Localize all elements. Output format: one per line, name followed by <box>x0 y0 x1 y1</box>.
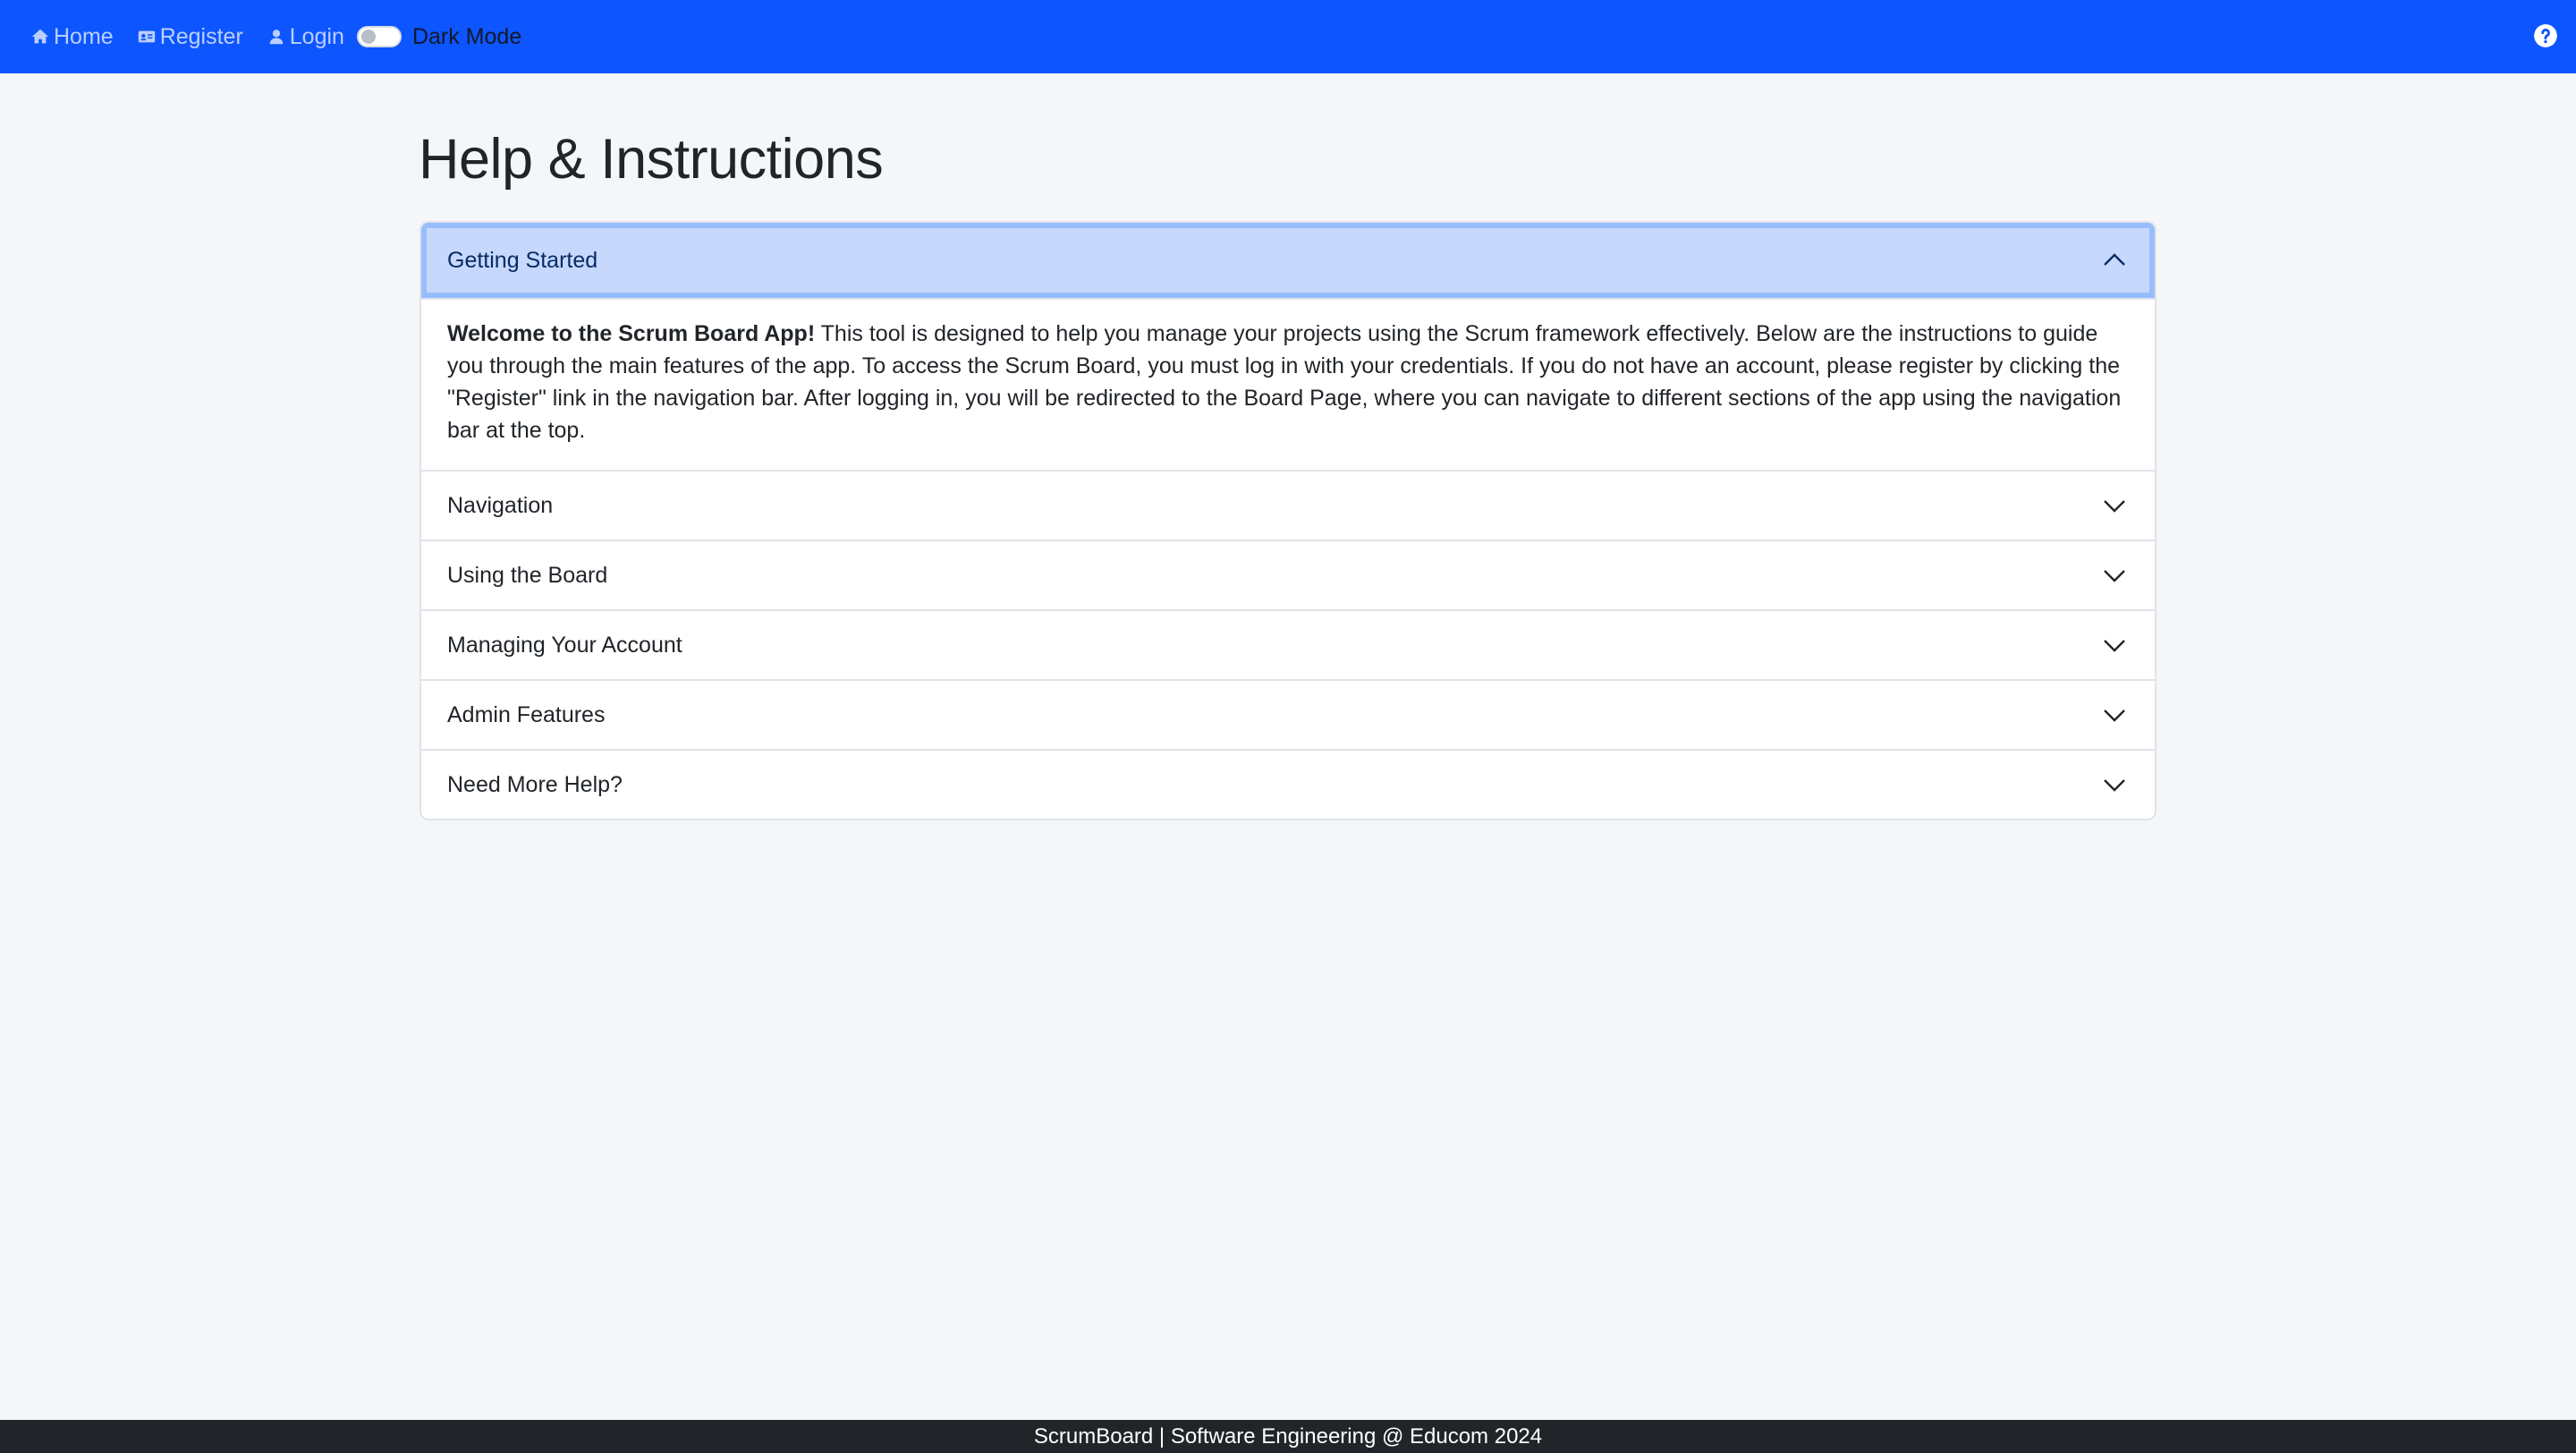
nav-login-link[interactable]: Login <box>267 24 344 50</box>
welcome-heading: Welcome to the Scrum Board App! <box>447 321 816 346</box>
question-circle-icon <box>2534 24 2557 47</box>
dark-mode-label: Dark Mode <box>411 23 522 49</box>
accordion-header-getting-started[interactable]: Getting Started <box>421 223 2155 298</box>
chevron-down-icon <box>2101 492 2128 519</box>
chevron-down-icon <box>2101 771 2128 798</box>
accordion-title: Navigation <box>447 492 554 518</box>
nav-register-label: Register <box>159 23 243 49</box>
chevron-down-icon <box>2101 701 2128 728</box>
help-accordion: Getting Started Welcome to the Scrum Boa… <box>419 221 2157 820</box>
accordion-header-using-board[interactable]: Using the Board <box>421 540 2155 609</box>
accordion-title: Using the Board <box>447 562 608 588</box>
chevron-up-icon <box>2101 247 2128 274</box>
accordion-title: Need More Help? <box>447 771 623 797</box>
footer-text: ScrumBoard | Software Engineering @ Educ… <box>1033 1423 1543 1449</box>
accordion-title: Managing Your Account <box>447 632 682 658</box>
accordion-item-using-board: Using the Board <box>421 540 2155 609</box>
accordion-item-more-help: Need More Help? <box>421 749 2155 819</box>
dark-mode-toggle[interactable] <box>356 26 402 47</box>
nav-register-link[interactable]: Register <box>137 24 243 50</box>
accordion-header-managing-account[interactable]: Managing Your Account <box>421 609 2155 679</box>
accordion-header-admin-features[interactable]: Admin Features <box>421 679 2155 749</box>
accordion-header-more-help[interactable]: Need More Help? <box>421 749 2155 819</box>
chevron-down-icon <box>2101 632 2128 659</box>
accordion-item-admin-features: Admin Features <box>421 679 2155 749</box>
chevron-down-icon <box>2101 562 2128 589</box>
accordion-item-getting-started: Getting Started Welcome to the Scrum Boa… <box>421 223 2155 470</box>
accordion-item-managing-account: Managing Your Account <box>421 609 2155 679</box>
nav-home-link[interactable]: Home <box>30 24 114 50</box>
accordion-title: Admin Features <box>447 701 606 727</box>
user-icon <box>267 27 286 47</box>
id-card-icon <box>137 27 157 47</box>
house-icon <box>30 27 50 47</box>
top-navbar: Home Register Login Dark Mode <box>0 0 2576 73</box>
page-footer: ScrumBoard | Software Engineering @ Educ… <box>0 1420 2576 1453</box>
accordion-title: Getting Started <box>447 247 598 273</box>
accordion-item-navigation: Navigation <box>421 470 2155 540</box>
accordion-header-navigation[interactable]: Navigation <box>421 470 2155 540</box>
help-button[interactable] <box>2533 23 2558 48</box>
dark-mode-switch: Dark Mode <box>356 23 522 50</box>
nav-home-label: Home <box>54 23 114 49</box>
nav-login-label: Login <box>289 23 344 49</box>
page-title: Help & Instructions <box>419 128 884 191</box>
accordion-body-getting-started: Welcome to the Scrum Board App! This too… <box>421 298 2155 470</box>
